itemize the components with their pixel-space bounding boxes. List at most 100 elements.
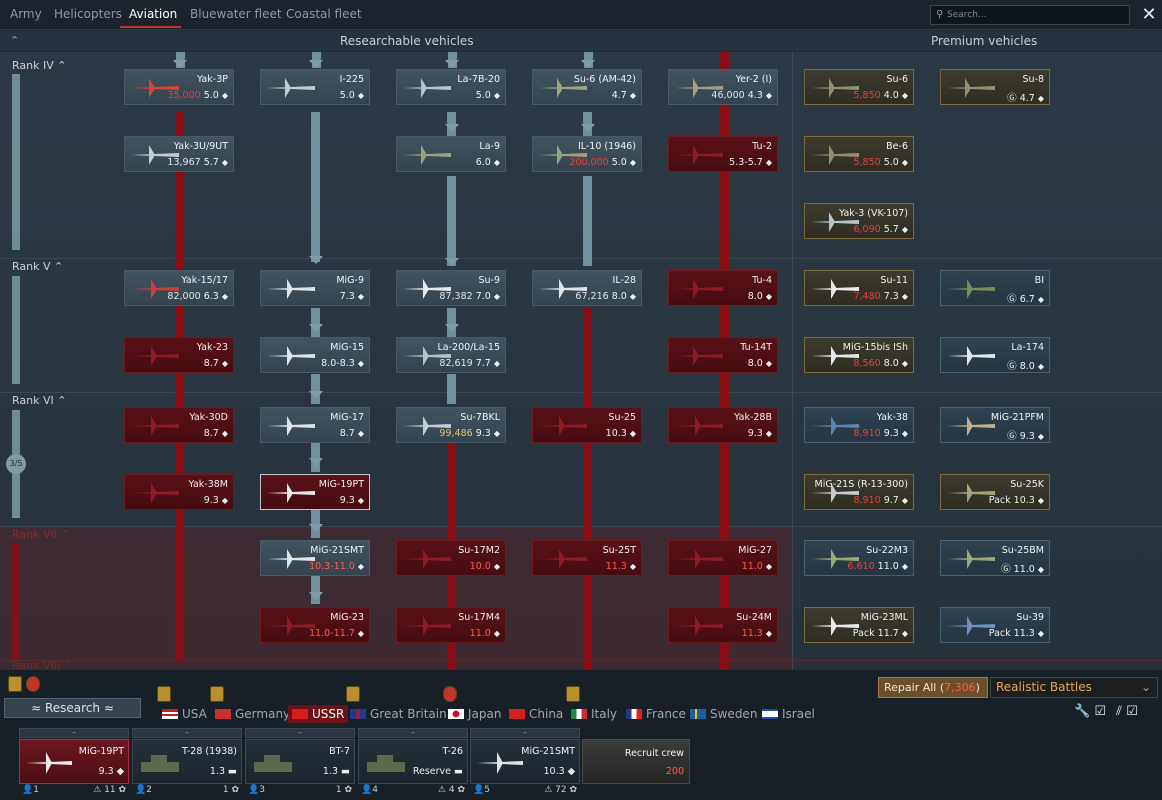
- nation-germany[interactable]: Germany: [215, 705, 290, 723]
- vehicle-card-su-17m4[interactable]: Su-17M4 11.0 ◆: [396, 607, 506, 643]
- checkbox-icon[interactable]: ☑: [1094, 704, 1106, 719]
- vehicle-card-la-9[interactable]: La-9 6.0 ◆: [396, 136, 506, 172]
- premium-card-bi[interactable]: BI Ⓖ 6.7 ◆: [940, 270, 1050, 306]
- rank-vii-label[interactable]: Rank VII ⌃: [12, 528, 70, 541]
- vehicle-card-yak-30d[interactable]: Yak-30D 8.7 ◆: [124, 407, 234, 443]
- tab-helicopters[interactable]: Helicopters: [54, 0, 122, 30]
- vehicle-card-mig-27[interactable]: MiG-27 11.0 ◆: [668, 540, 778, 576]
- repair-all-button[interactable]: Repair All (7,306): [878, 677, 988, 698]
- premium-card-su-39[interactable]: Su-39 Pack 11.3 ◆: [940, 607, 1050, 643]
- game-mode-select[interactable]: Realistic Battles ⌄: [990, 677, 1158, 698]
- vehicle-card-yak-28b[interactable]: Yak-28B 9.3 ◆: [668, 407, 778, 443]
- vehicle-card-su-17m2[interactable]: Su-17M2 10.0 ◆: [396, 540, 506, 576]
- jet-plane-icon: [267, 483, 315, 503]
- premium-card-mig-15bis-ish[interactable]: MiG-15bis ISh 8,560 8.0 ◆: [804, 337, 914, 373]
- premium-card-su-11[interactable]: Su-11 7,480 7.3 ◆: [804, 270, 914, 306]
- vehicle-stats: Ⓖ 11.0 ◆: [1001, 564, 1044, 575]
- vehicle-card-yak-38m[interactable]: Yak-38M 9.3 ◆: [124, 474, 234, 510]
- ammo-icon[interactable]: ⫽: [1116, 704, 1122, 719]
- vehicle-card-yak-23[interactable]: Yak-23 8.7 ◆: [124, 337, 234, 373]
- collapse-icon[interactable]: ⌃: [10, 34, 19, 47]
- premium-card-mig-21pfm[interactable]: MiG-21PFM Ⓖ 9.3 ◆: [940, 407, 1050, 443]
- premium-card-su-25bm[interactable]: Su-25BM Ⓖ 11.0 ◆: [940, 540, 1050, 576]
- nation-sweden[interactable]: Sweden: [690, 705, 757, 723]
- vehicle-name: Tu-14T: [740, 342, 772, 353]
- premium-card-su-25k[interactable]: Su-25K Pack 10.3 ◆: [940, 474, 1050, 510]
- vehicle-name: Su-39: [1016, 612, 1044, 623]
- crew-slot[interactable]: BT-7 1.3 ▬: [245, 739, 355, 784]
- vehicle-name: IL-28: [612, 275, 636, 286]
- vehicle-name: Yak-38: [876, 412, 908, 423]
- nation-israel[interactable]: Israel: [762, 705, 815, 723]
- rank-v-label[interactable]: Rank V ⌃: [12, 260, 63, 273]
- recruit-crew-button[interactable]: Recruit crew 200: [582, 739, 690, 784]
- wrench-icon[interactable]: 🔧: [1074, 704, 1090, 719]
- crew-slot[interactable]: MiG-19PT 9.3 ◆: [19, 739, 129, 784]
- vehicle-card-mig-15[interactable]: MiG-15 8.0-8.3 ◆: [260, 337, 370, 373]
- vehicle-card-mig-19pt[interactable]: MiG-19PT 9.3 ◆: [260, 474, 370, 510]
- vehicle-stats: 8.7 ◆: [203, 428, 228, 439]
- nation-china[interactable]: China: [509, 705, 563, 723]
- nation-japan[interactable]: Japan: [448, 705, 501, 723]
- vehicle-name: MiG-15: [330, 342, 364, 353]
- premium-card-su-6[interactable]: Su-6 5,850 4.0 ◆: [804, 69, 914, 105]
- vehicle-card-su-7bkl[interactable]: Su-7BKL 99,486 9.3 ◆: [396, 407, 506, 443]
- research-button[interactable]: ≈ Research ≈: [4, 698, 141, 718]
- search-input[interactable]: Search...: [930, 5, 1130, 25]
- vehicle-card-il-28[interactable]: IL-28 67,216 8.0 ◆: [532, 270, 642, 306]
- premium-card-la-174[interactable]: La-174 Ⓖ 8.0 ◆: [940, 337, 1050, 373]
- jet-plane-icon: [403, 616, 451, 636]
- vehicle-card-su-24m[interactable]: Su-24M 11.3 ◆: [668, 607, 778, 643]
- vehicle-card-tu-14t[interactable]: Tu-14T 8.0 ◆: [668, 337, 778, 373]
- vehicle-name: Su-8: [1022, 74, 1044, 85]
- rank-progress-rail: [12, 544, 20, 660]
- nation-italy[interactable]: Italy: [571, 705, 617, 723]
- vehicle-card-yer-2[interactable]: Yer-2 (I) 46,000 4.3 ◆: [668, 69, 778, 105]
- vehicle-card-la-7b-20[interactable]: La-7B-20 5.0 ◆: [396, 69, 506, 105]
- nation-great-britain[interactable]: Great Britain: [350, 705, 447, 723]
- crew-slot[interactable]: T-26 Reserve ▬: [358, 739, 468, 784]
- close-button[interactable]: ✕: [1138, 4, 1160, 26]
- vehicle-card-yak-3p[interactable]: Yak-3P 35,000 5.0 ◆: [124, 69, 234, 105]
- crew-slot[interactable]: MiG-21SMT 10.3 ◆: [470, 739, 580, 784]
- vehicle-card-su-25[interactable]: Su-25 10.3 ◆: [532, 407, 642, 443]
- vehicle-card-mig-21smt[interactable]: MiG-21SMT 10.3-11.0 ◆: [260, 540, 370, 576]
- tab-army[interactable]: Army: [10, 0, 42, 30]
- premium-card-su-22m3[interactable]: Su-22M3 6,610 11.0 ◆: [804, 540, 914, 576]
- nation-usa[interactable]: USA: [162, 705, 207, 723]
- nation-ussr[interactable]: USSR: [288, 705, 349, 723]
- vehicle-stats: 13,967 5.7 ◆: [167, 157, 228, 168]
- vehicle-card-mig-9[interactable]: MiG-9 7.3 ◆: [260, 270, 370, 306]
- rank-viii-label[interactable]: Rank VIII ⌃: [12, 659, 73, 670]
- vehicle-card-su-9[interactable]: Su-9 87,382 7.0 ◆: [396, 270, 506, 306]
- vehicle-card-mig-17[interactable]: MiG-17 8.7 ◆: [260, 407, 370, 443]
- checkbox-icon[interactable]: ☑: [1126, 704, 1138, 719]
- vehicle-card-yak-3u[interactable]: Yak-3U/9UT 13,967 5.7 ◆: [124, 136, 234, 172]
- premium-divider: [792, 52, 793, 670]
- vehicle-card-yak-15-17[interactable]: Yak-15/17 82,000 6.3 ◆: [124, 270, 234, 306]
- premium-card-mig-21s[interactable]: MiG-21S (R-13-300) 8,910 9.7 ◆: [804, 474, 914, 510]
- vehicle-card-mig-23[interactable]: MiG-23 11.0-11.7 ◆: [260, 607, 370, 643]
- vehicle-card-il-10[interactable]: IL-10 (1946) 200,000 5.0 ◆: [532, 136, 642, 172]
- rank-vi-label[interactable]: Rank VI ⌃: [12, 394, 66, 407]
- vehicle-name: Yak-3P: [196, 74, 228, 85]
- premium-card-mig-23ml[interactable]: MiG-23ML Pack 11.7 ◆: [804, 607, 914, 643]
- tab-bluewater-fleet[interactable]: Bluewater fleet: [190, 0, 282, 30]
- vehicle-card-su-25t[interactable]: Su-25T 11.3 ◆: [532, 540, 642, 576]
- premium-card-yak-3-vk107[interactable]: Yak-3 (VK-107) 6,090 5.7 ◆: [804, 203, 914, 239]
- vehicle-card-la-200[interactable]: La-200/La-15 82,619 7.7 ◆: [396, 337, 506, 373]
- vehicle-card-tu-2[interactable]: Tu-2 5.3-5.7 ◆: [668, 136, 778, 172]
- rank-iv-label[interactable]: Rank IV ⌃: [12, 59, 66, 72]
- vehicle-card-tu-4[interactable]: Tu-4 8.0 ◆: [668, 270, 778, 306]
- jet-plane-icon: [267, 416, 315, 436]
- tab-coastal-fleet[interactable]: Coastal fleet: [286, 0, 362, 30]
- vehicle-card-i-225[interactable]: I-225 5.0 ◆: [260, 69, 370, 105]
- nation-france[interactable]: France: [626, 705, 686, 723]
- slot-footer: 👤3 1 ✿: [248, 785, 352, 795]
- premium-card-su-8[interactable]: Su-8 Ⓖ 4.7 ◆: [940, 69, 1050, 105]
- premium-card-yak-38[interactable]: Yak-38 8,910 9.3 ◆: [804, 407, 914, 443]
- premium-card-be-6[interactable]: Be-6 5,850 5.0 ◆: [804, 136, 914, 172]
- vehicle-card-su-6-am42[interactable]: Su-6 (AM-42) 4.7 ◆: [532, 69, 642, 105]
- crew-slot[interactable]: T-28 (1938) 1.3 ▬: [132, 739, 242, 784]
- slot-vehicle-name: BT-7: [329, 746, 350, 757]
